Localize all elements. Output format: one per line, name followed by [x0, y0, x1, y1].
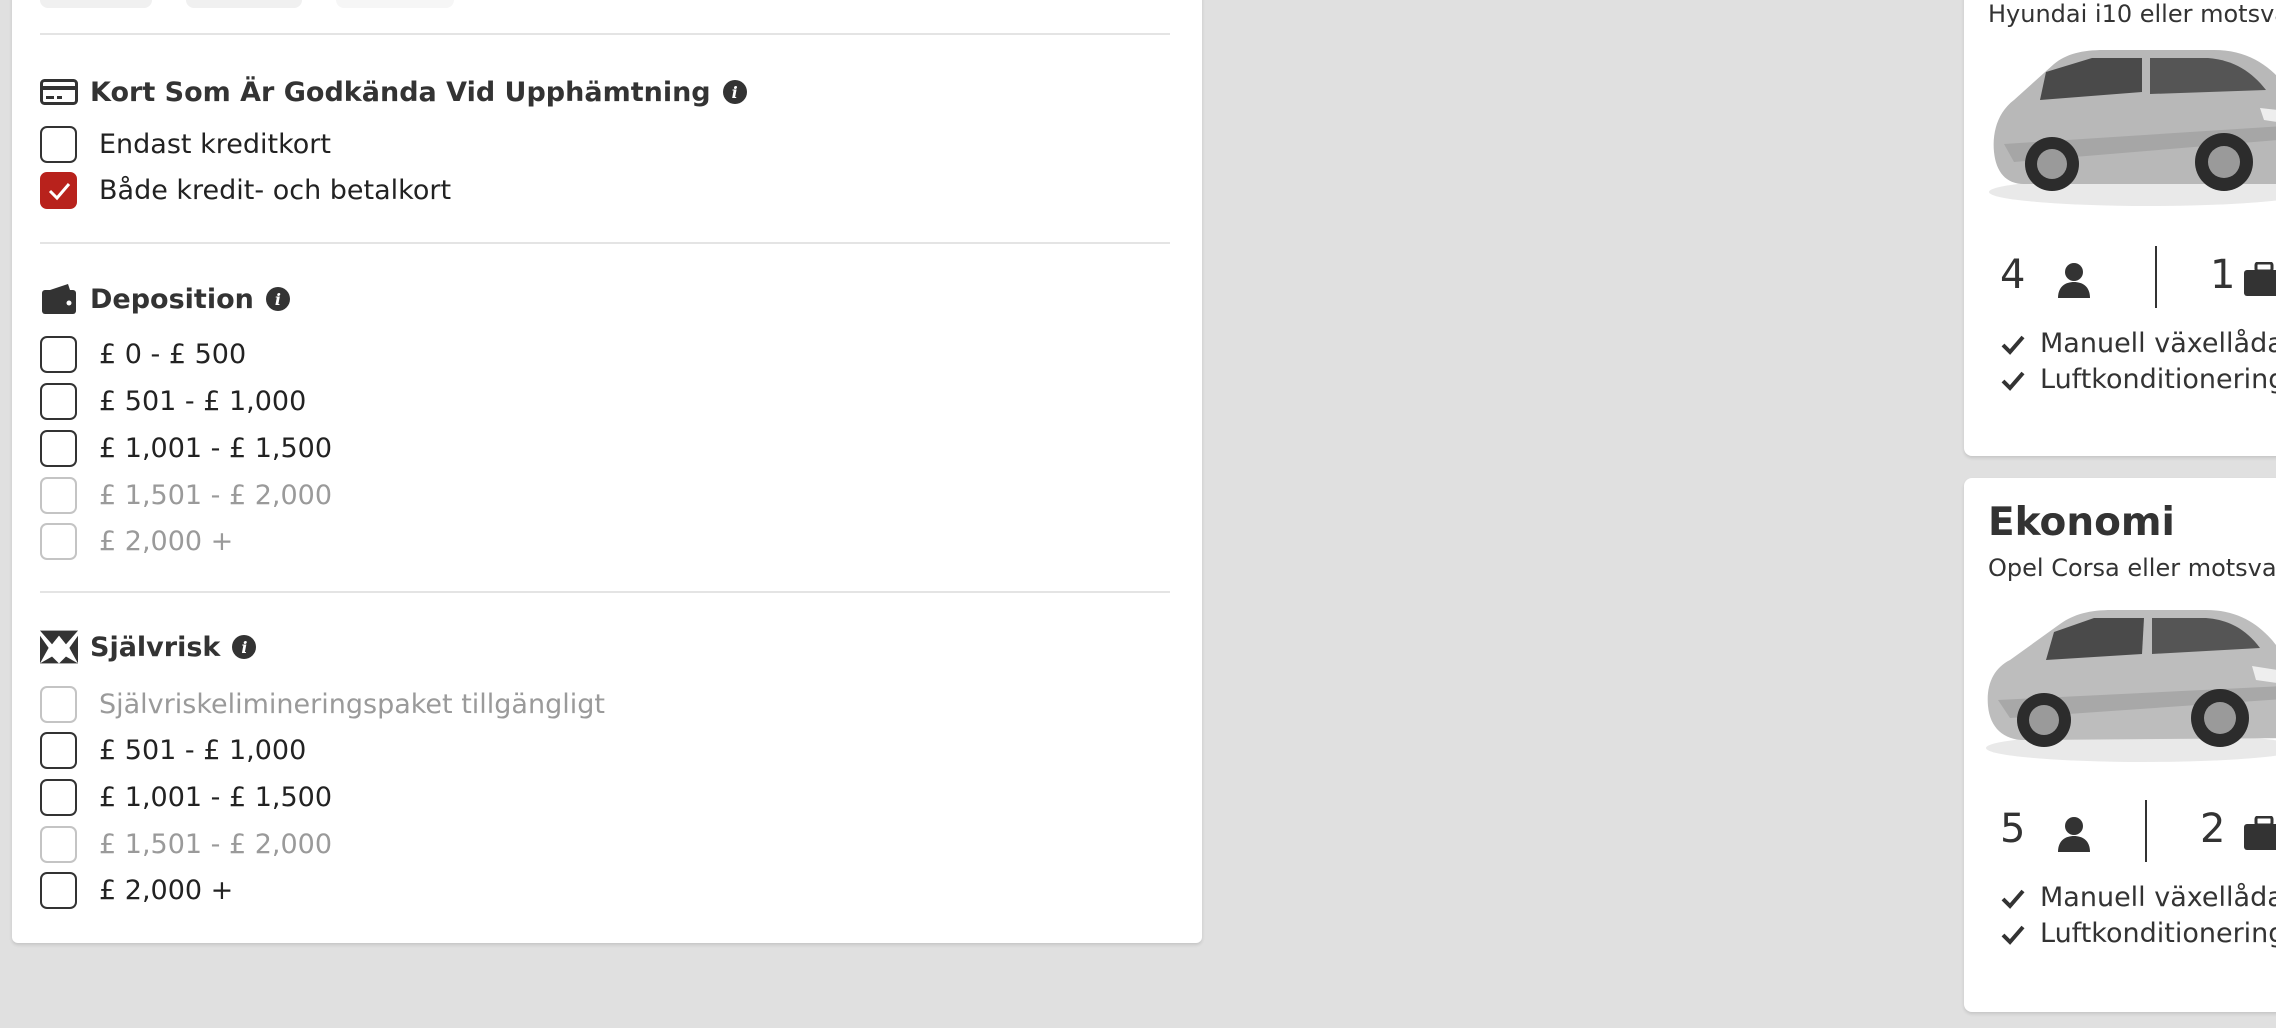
passenger-count: 4: [2000, 252, 2026, 298]
car-card[interactable]: Hyundai i10 eller motsvarande 4 1 Manuel…: [1964, 0, 2276, 456]
deposit-option[interactable]: £ 1,001 - £ 1,500: [40, 430, 332, 467]
section-divider: [40, 242, 1170, 244]
credit-card-icon: [40, 75, 78, 109]
car-feature: Manuell växellåda: [2000, 328, 2276, 359]
option-label: £ 0 - £ 500: [99, 339, 247, 370]
section-divider: [40, 591, 1170, 593]
excess-option: Självriskelimineringspaket tillgängligt: [40, 686, 605, 723]
feature-label: Manuell växellåda: [2040, 328, 2276, 359]
option-label: £ 2,000 +: [99, 875, 234, 906]
checkbox[interactable]: [40, 336, 77, 373]
info-icon[interactable]: i: [722, 80, 747, 104]
info-icon[interactable]: i: [265, 287, 290, 311]
car-card[interactable]: Ekonomi Opel Corsa eller motsvarande 5 2…: [1964, 478, 2276, 1012]
car-model: Hyundai i10 eller motsvarande: [1988, 0, 2276, 28]
spec-divider: [2145, 800, 2147, 862]
checkbox[interactable]: [40, 872, 77, 909]
car-feature: Luftkonditionering: [2000, 364, 2276, 395]
checkmark-icon: [48, 182, 70, 200]
filter-pill[interactable]: [336, 0, 454, 8]
deposit-option[interactable]: £ 0 - £ 500: [40, 336, 246, 373]
checkbox: [40, 523, 77, 560]
suitcase-icon: [2244, 262, 2276, 296]
checkbox[interactable]: [40, 430, 77, 467]
checkbox[interactable]: [40, 172, 77, 209]
car-feature: Luftkonditionering: [2000, 918, 2276, 949]
option-label: £ 501 - £ 1,000: [99, 386, 307, 417]
suitcase-icon: [2244, 816, 2276, 850]
checkmark-icon: [2001, 925, 2025, 945]
checkmark-icon: [2001, 371, 2025, 391]
checkmark-icon: [2001, 335, 2025, 355]
car-class: Ekonomi: [1988, 500, 2175, 545]
deposit-option: £ 2,000 +: [40, 523, 233, 560]
checkmark-icon: [2001, 889, 2025, 909]
feature-label: Luftkonditionering: [2040, 364, 2276, 395]
passenger-count: 5: [2000, 806, 2026, 852]
deposit-option[interactable]: £ 501 - £ 1,000: [40, 383, 306, 420]
person-icon: [2058, 263, 2090, 298]
info-icon[interactable]: i: [232, 635, 257, 659]
filter-pill[interactable]: [40, 0, 152, 8]
option-label: £ 501 - £ 1,000: [99, 735, 307, 766]
checkbox[interactable]: [40, 383, 77, 420]
car-specs: 5 2: [1964, 800, 2276, 862]
card-option-credit-and-debit[interactable]: Både kredit- och betalkort: [40, 172, 451, 209]
cards-section-label: Kort Som Är Godkända Vid Upphämtning: [90, 76, 711, 108]
car-image: [1989, 50, 2276, 206]
filter-panel: Kort Som Är Godkända Vid Upphämtning i E…: [12, 0, 1202, 943]
spec-divider: [2155, 246, 2157, 308]
excess-section-title: Självrisk i: [40, 630, 257, 664]
option-label: £ 1,501 - £ 2,000: [99, 829, 333, 860]
excess-option: £ 1,501 - £ 2,000: [40, 826, 332, 863]
deposit-section-label: Deposition: [90, 283, 254, 315]
excess-option[interactable]: £ 1,001 - £ 1,500: [40, 779, 332, 816]
person-icon: [2058, 817, 2090, 852]
card-option-credit-only[interactable]: Endast kreditkort: [40, 126, 331, 163]
checkbox: [40, 477, 77, 514]
car-specs: 4 1: [1964, 246, 2276, 308]
excess-option[interactable]: £ 501 - £ 1,000: [40, 732, 306, 769]
filter-pill[interactable]: [186, 0, 302, 8]
checkbox: [40, 686, 77, 723]
option-label: Självriskelimineringspaket tillgängligt: [99, 689, 605, 720]
wallet-icon: [40, 282, 78, 316]
feature-label: Luftkonditionering: [2040, 918, 2276, 949]
option-label: £ 1,501 - £ 2,000: [99, 480, 333, 511]
option-label: £ 1,001 - £ 1,500: [99, 782, 333, 813]
option-label: £ 1,001 - £ 1,500: [99, 433, 333, 464]
excess-option[interactable]: £ 2,000 +: [40, 872, 233, 909]
car-model: Opel Corsa eller motsvarande: [1988, 554, 2276, 582]
feature-label: Manuell växellåda: [2040, 882, 2276, 913]
car-crash-icon: [40, 630, 78, 664]
checkbox: [40, 826, 77, 863]
checkbox[interactable]: [40, 779, 77, 816]
car-feature: Manuell växellåda: [2000, 882, 2276, 913]
checkbox[interactable]: [40, 732, 77, 769]
option-label: Endast kreditkort: [99, 129, 331, 160]
excess-section-label: Självrisk: [90, 631, 221, 663]
bag-count: 1: [2210, 252, 2236, 298]
deposit-section-title: Deposition i: [40, 282, 290, 316]
option-label: Både kredit- och betalkort: [99, 175, 452, 206]
option-label: £ 2,000 +: [99, 526, 234, 557]
section-divider: [40, 33, 1170, 35]
deposit-option: £ 1,501 - £ 2,000: [40, 477, 332, 514]
bag-count: 2: [2200, 806, 2226, 852]
checkbox[interactable]: [40, 126, 77, 163]
filter-pill-row: [40, 0, 454, 8]
car-image: [1986, 610, 2276, 762]
cards-section-title: Kort Som Är Godkända Vid Upphämtning i: [40, 75, 747, 109]
